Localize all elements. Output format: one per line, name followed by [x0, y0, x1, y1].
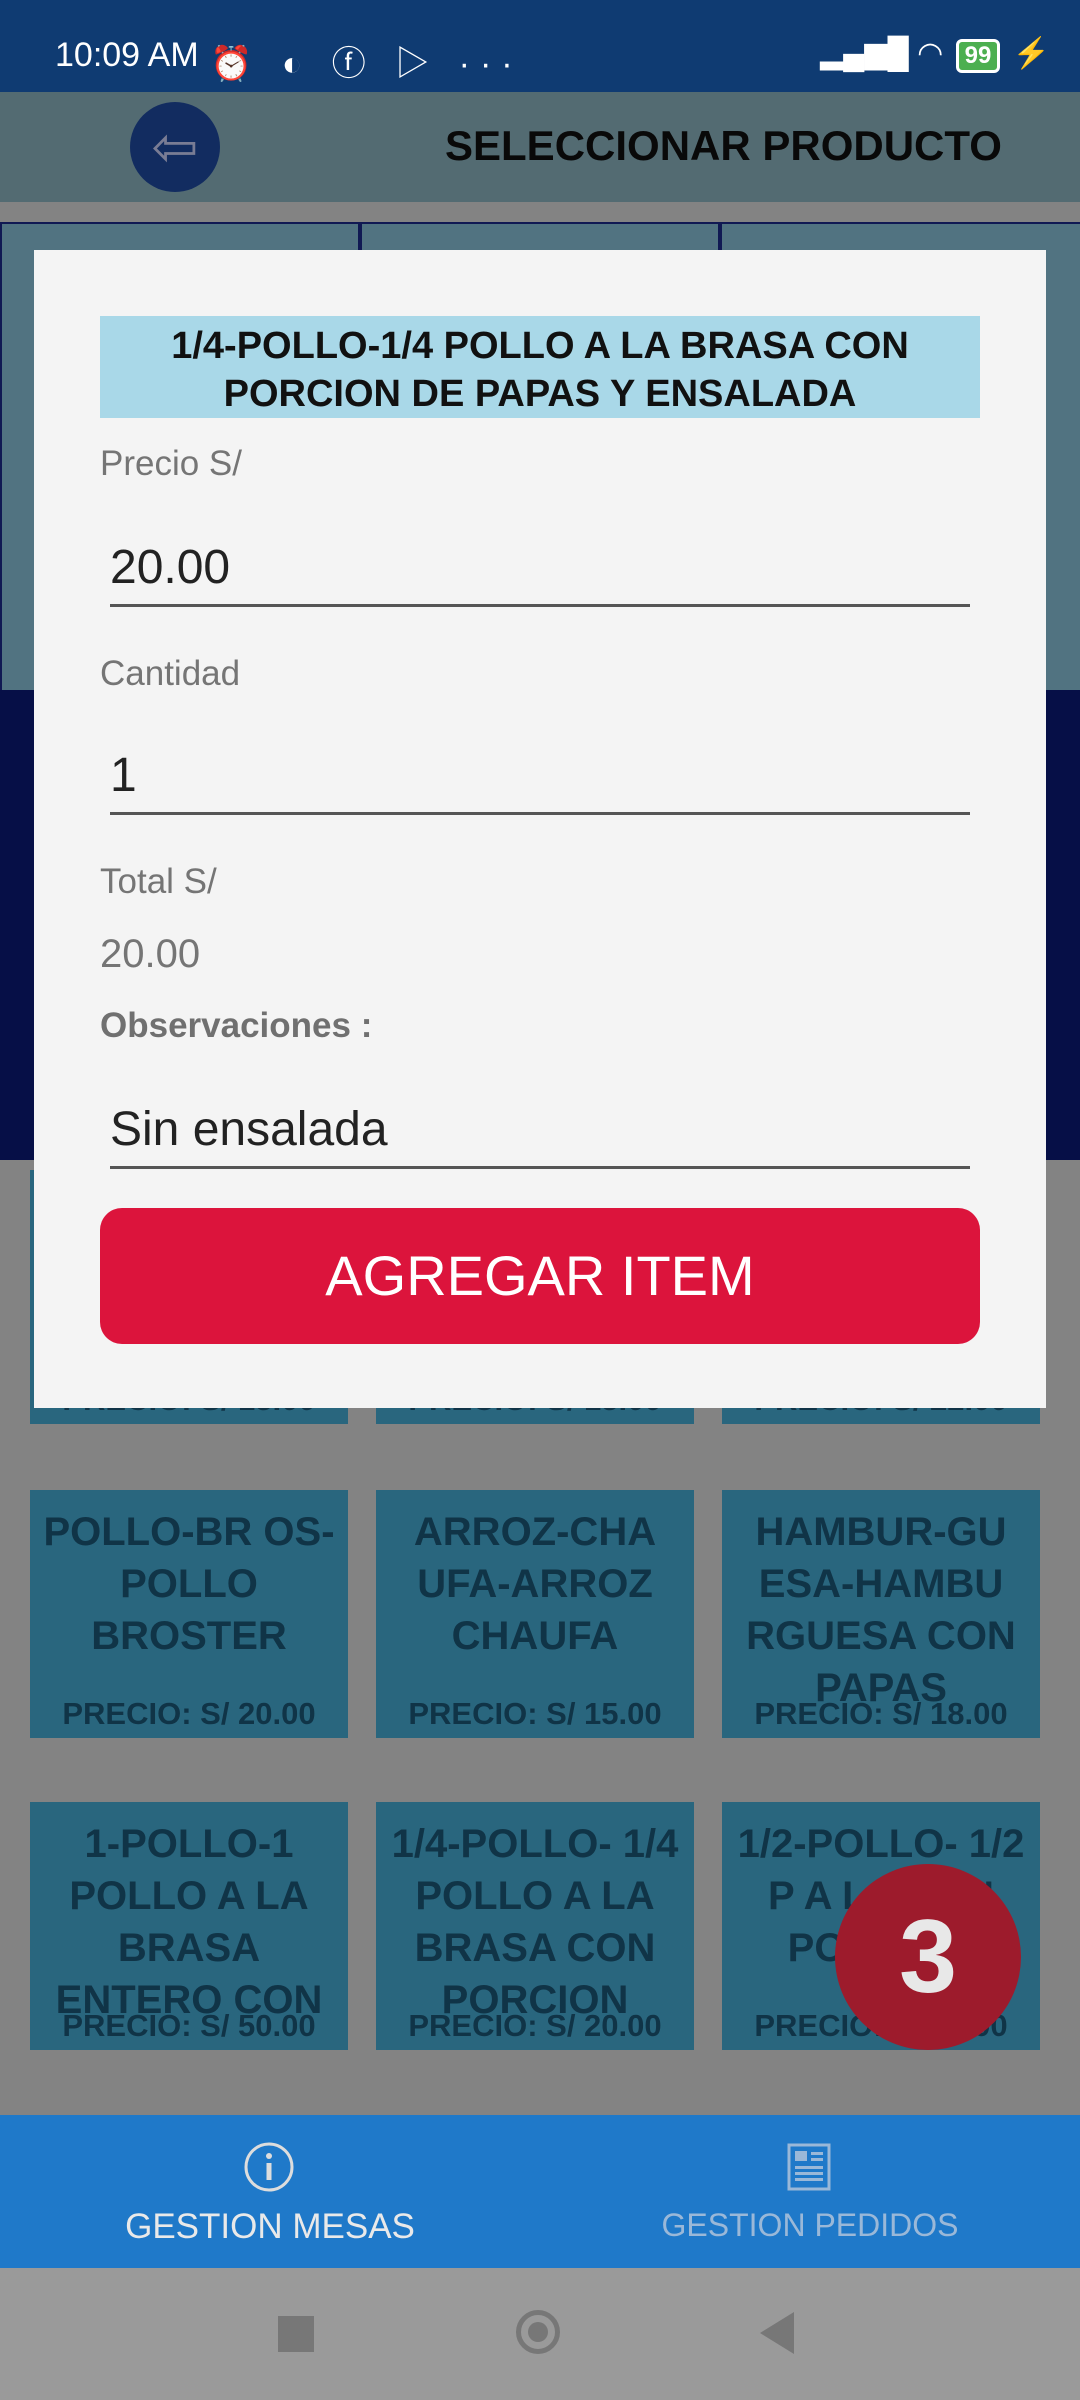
total-value: 20.00 — [100, 932, 201, 976]
price-underline — [110, 604, 970, 607]
notification-icons: ⏰ ◐ ⓕ ▷ ··· — [210, 45, 523, 83]
nav-gestion-mesas[interactable]: GESTION MESAS — [0, 2115, 540, 2268]
status-bar: 10:09 AM ⏰ ◐ ⓕ ▷ ··· ▂▄▆█ ◠ 99 ⚡ — [0, 0, 1080, 92]
signal-icon: ▂▄▆█ — [820, 37, 909, 70]
status-time: 10:09 AM — [55, 36, 199, 74]
nav-gestion-pedidos[interactable]: GESTION PEDIDOS — [540, 2115, 1080, 2268]
back-nav-icon[interactable] — [760, 2312, 794, 2354]
quantity-underline — [110, 812, 970, 815]
price-field[interactable]: 20.00 — [110, 540, 230, 595]
home-icon[interactable] — [516, 2310, 560, 2354]
info-icon — [244, 2142, 294, 2192]
battery-icon: 99 — [955, 39, 1001, 73]
price-label: Precio S/ — [100, 444, 242, 483]
add-item-button[interactable]: AGREGAR ITEM — [100, 1208, 980, 1344]
quantity-field[interactable]: 1 — [110, 748, 137, 803]
wifi-icon: ◠ — [917, 37, 944, 70]
quantity-label: Cantidad — [100, 654, 241, 693]
system-status-icons: ▂▄▆█ ◠ 99 ⚡ — [820, 36, 1050, 73]
cart-count-badge[interactable]: 3 — [835, 1864, 1021, 2050]
product-title: 1/4-POLLO-1/4 POLLO A LA BRASA CON PORCI… — [100, 316, 980, 418]
total-label: Total S/ — [100, 862, 217, 901]
recent-apps-icon[interactable] — [278, 2316, 314, 2352]
observations-underline — [110, 1166, 970, 1169]
document-icon — [787, 2143, 831, 2191]
nav-label: GESTION MESAS — [125, 2207, 415, 2246]
nav-label: GESTION PEDIDOS — [661, 2207, 959, 2243]
observations-label: Observaciones : — [100, 1006, 373, 1045]
system-navigation-bar — [0, 2268, 1080, 2400]
observations-field[interactable]: Sin ensalada — [110, 1102, 388, 1157]
add-item-dialog: 1/4-POLLO-1/4 POLLO A LA BRASA CON PORCI… — [34, 250, 1046, 1408]
charging-icon: ⚡ — [1012, 37, 1050, 70]
bottom-navigation: GESTION MESAS GESTION PEDIDOS — [0, 2115, 1080, 2268]
